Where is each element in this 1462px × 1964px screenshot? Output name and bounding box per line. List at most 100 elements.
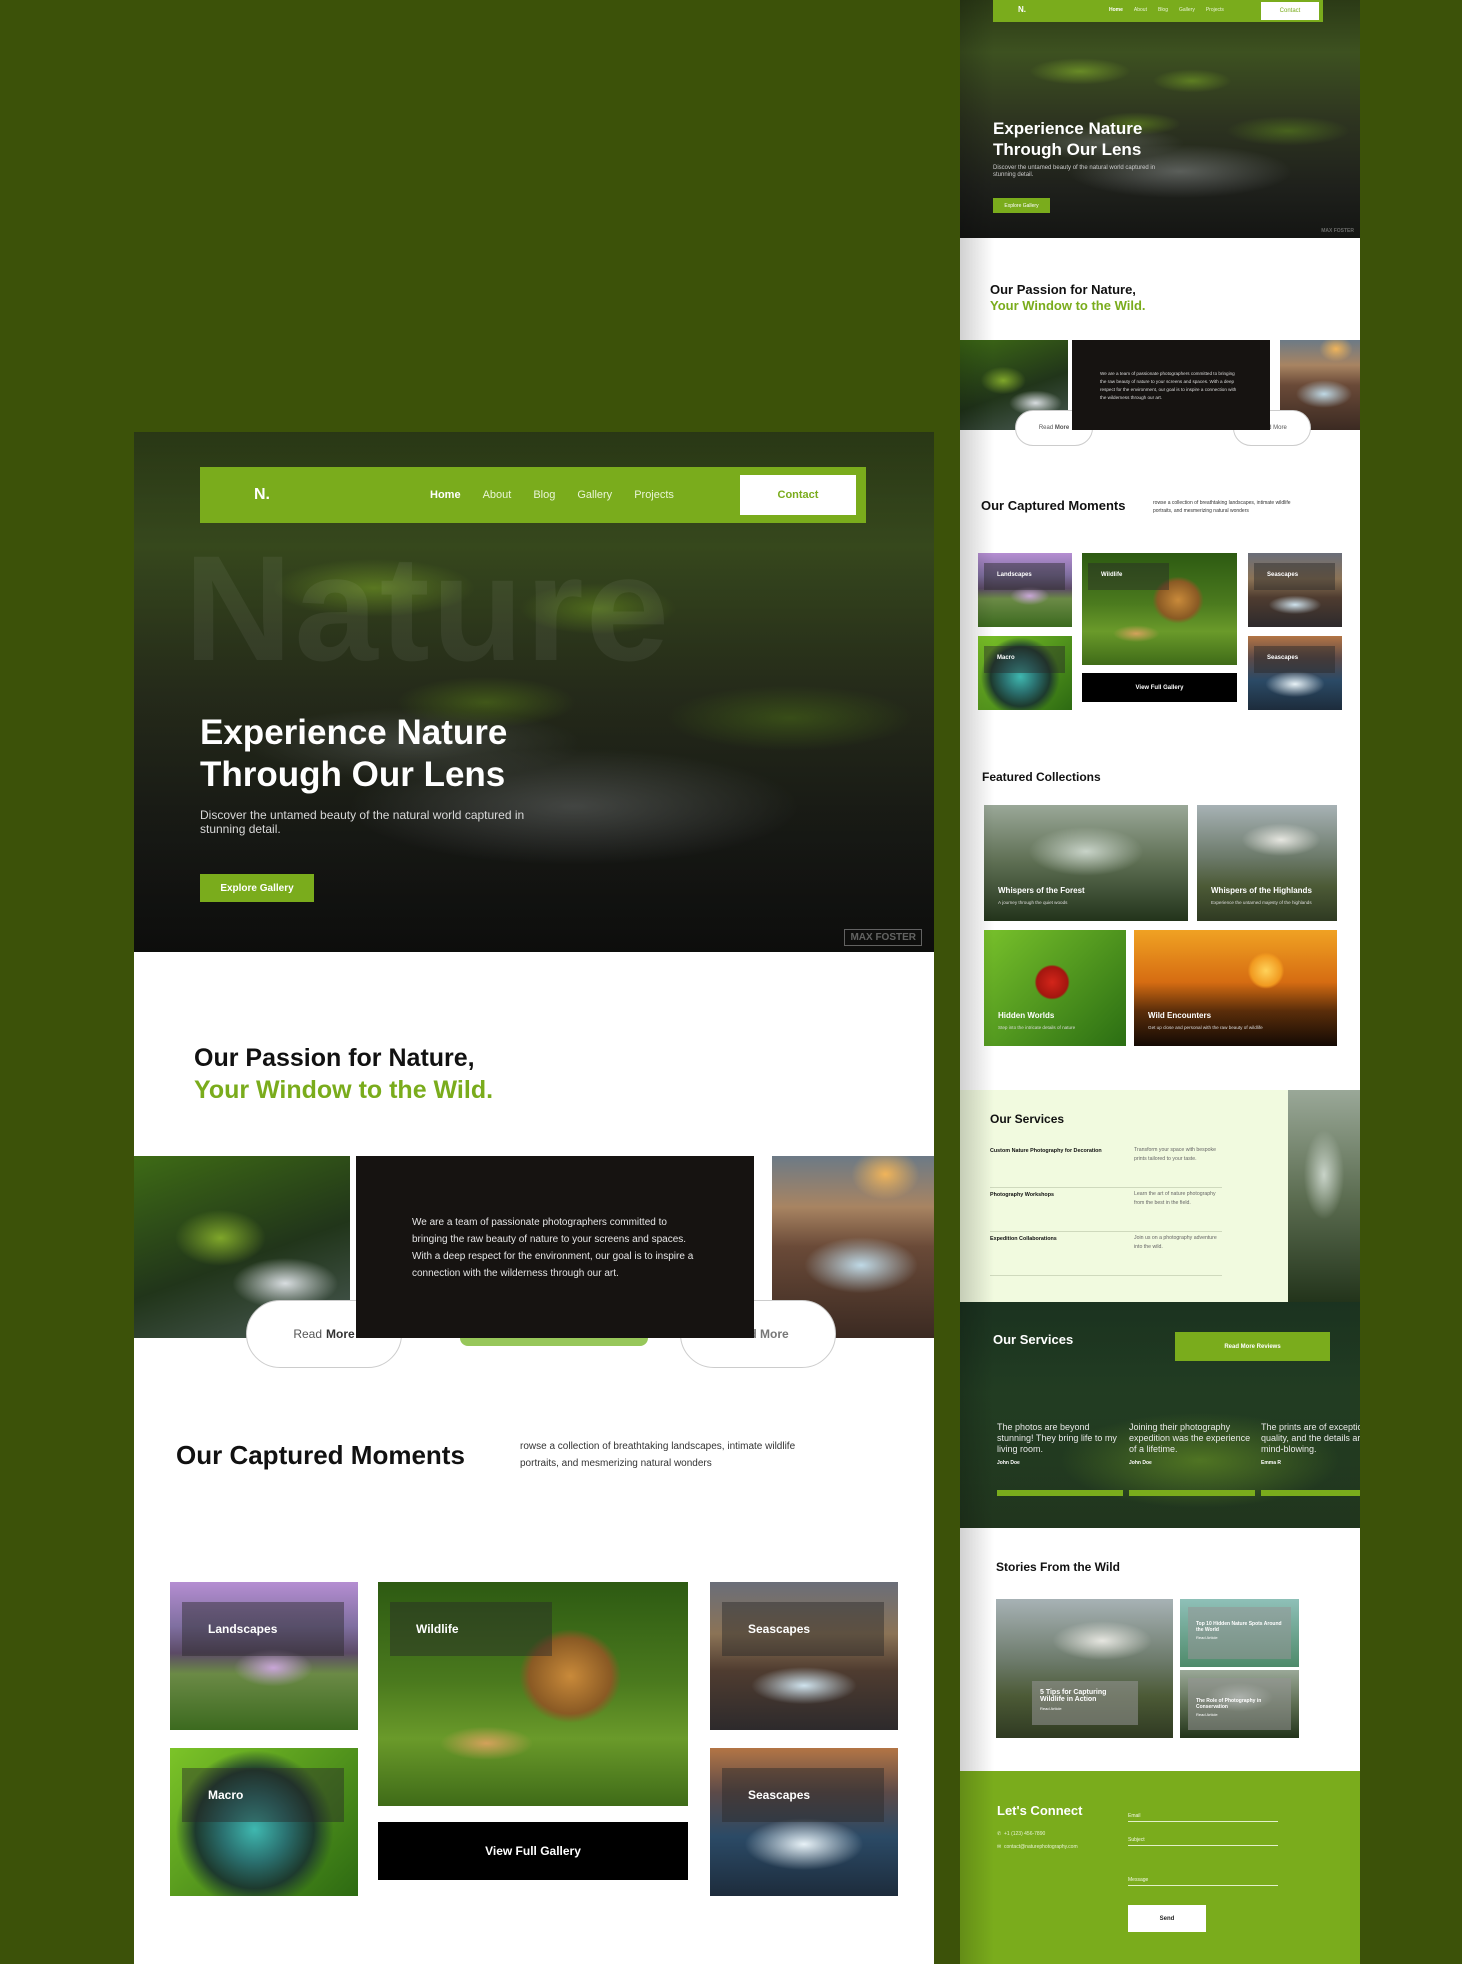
gallery-tile-seascapes-2[interactable]: Seascapes bbox=[710, 1748, 898, 1896]
mini-logo[interactable]: N. bbox=[1018, 5, 1026, 14]
phone-row: ✆ +1 (123) 456-7890 bbox=[997, 1831, 1045, 1837]
mini-moments-desc: rowse a collection of breathtaking lands… bbox=[1153, 500, 1291, 514]
view-full-gallery-button[interactable]: View Full Gallery bbox=[378, 1822, 688, 1880]
top-navbar: N. Home About Blog Gallery Projects Cont… bbox=[200, 467, 866, 523]
gallery-tile-seascapes[interactable]: Seascapes bbox=[710, 1582, 898, 1730]
story-main-caption: 5 Tips for Capturing Wildlife in Action … bbox=[1032, 1681, 1138, 1725]
mini-nav-projects[interactable]: Projects bbox=[1206, 7, 1224, 13]
nav-links: Home About Blog Gallery Projects bbox=[430, 489, 674, 501]
mini-nav-links: Home About Blog Gallery Projects bbox=[1109, 7, 1224, 13]
review-author: John Doe bbox=[997, 1460, 1020, 1466]
about-accent-bar bbox=[460, 1338, 648, 1346]
mini-contact-button[interactable]: Contact bbox=[1261, 2, 1319, 20]
mini-tile-seascapes[interactable]: Seascapes bbox=[1248, 553, 1342, 627]
services-image bbox=[1288, 1090, 1360, 1302]
service-row[interactable]: Expedition Collaborations Join us on a p… bbox=[990, 1232, 1222, 1276]
mini-navbar: N. Home About Blog Gallery Projects Cont… bbox=[993, 0, 1323, 22]
collection-forest[interactable]: Whispers of the Forest A journey through… bbox=[984, 805, 1188, 921]
moments-heading: Our Captured Moments bbox=[176, 1440, 465, 1470]
service-title: Custom Nature Photography for Decoration bbox=[990, 1148, 1102, 1154]
mini-passion-heading: Our Passion for Nature, Your Window to t… bbox=[990, 282, 1146, 314]
mini-passion-line2: Your Window to the Wild. bbox=[990, 298, 1146, 313]
review-card: Joining their photography expedition was… bbox=[1129, 1422, 1255, 1496]
mini-hero-title: Experience Nature Through Our Lens bbox=[993, 118, 1193, 160]
story-main[interactable]: 5 Tips for Capturing Wildlife in Action … bbox=[996, 1599, 1173, 1738]
review-card: The photos are beyond stunning! They bri… bbox=[997, 1422, 1123, 1496]
nav-gallery[interactable]: Gallery bbox=[577, 489, 612, 501]
nav-blog[interactable]: Blog bbox=[533, 489, 555, 501]
read-more-reviews-button[interactable]: Read More Reviews bbox=[1175, 1332, 1330, 1361]
email-row: ✉ contact@naturephotography.com bbox=[997, 1844, 1078, 1850]
mini-about-text: We are a team of passionate photographer… bbox=[1100, 371, 1237, 400]
review-quote: The prints are of exceptional quality, a… bbox=[1261, 1422, 1360, 1454]
gallery-tile-landscapes[interactable]: Landscapes bbox=[170, 1582, 358, 1730]
gallery-tile-macro[interactable]: Macro bbox=[170, 1748, 358, 1896]
collection-title: Hidden Worlds bbox=[998, 1011, 1055, 1020]
collection-wild-encounters[interactable]: Wild Encounters Get up close and persona… bbox=[1134, 930, 1337, 1046]
send-button[interactable]: Send bbox=[1128, 1905, 1206, 1932]
passion-heading: Our Passion for Nature, Your Window to t… bbox=[194, 1042, 493, 1106]
read-more-bold-2: More bbox=[760, 1327, 789, 1341]
story-link[interactable]: Read Article bbox=[1040, 1706, 1130, 1711]
contact-button[interactable]: Contact bbox=[740, 475, 856, 515]
story-title: The Role of Photography in Conservation bbox=[1196, 1698, 1262, 1710]
review-bar bbox=[1261, 1490, 1360, 1496]
tile-label: Macro bbox=[182, 1768, 344, 1822]
mini-hero-title-line2: Through Our Lens bbox=[993, 140, 1142, 159]
mini-tile-label: Landscapes bbox=[984, 563, 1065, 590]
nav-home[interactable]: Home bbox=[430, 489, 461, 501]
mini-nav-blog[interactable]: Blog bbox=[1158, 7, 1168, 13]
collection-sub: Experience the untamed majesty of the hi… bbox=[1211, 900, 1312, 905]
gallery-tile-wildlife[interactable]: Wildlife bbox=[378, 1582, 688, 1806]
service-desc: Learn the art of nature photography from… bbox=[1134, 1191, 1216, 1206]
story-side-caption: Top 10 Hidden Nature Spots Around the Wo… bbox=[1188, 1607, 1291, 1659]
story-side-1[interactable]: Top 10 Hidden Nature Spots Around the Wo… bbox=[1180, 1599, 1299, 1667]
service-title: Expedition Collaborations bbox=[990, 1236, 1057, 1242]
collection-highlands[interactable]: Whispers of the Highlands Experience the… bbox=[1197, 805, 1337, 921]
mini-nav-gallery[interactable]: Gallery bbox=[1179, 7, 1195, 13]
nav-about[interactable]: About bbox=[483, 489, 512, 501]
story-link[interactable]: Read Article bbox=[1196, 1712, 1283, 1717]
email-field[interactable]: Email bbox=[1128, 1813, 1278, 1822]
full-page-preview: N. Home About Blog Gallery Projects Cont… bbox=[960, 0, 1360, 1964]
about-text-panel: We are a team of passionate photographer… bbox=[356, 1156, 754, 1338]
passion-line1: Our Passion for Nature, bbox=[194, 1044, 475, 1072]
service-row[interactable]: Photography Workshops Learn the art of n… bbox=[990, 1188, 1222, 1232]
mini-tile-wildlife[interactable]: Wildlife bbox=[1082, 553, 1237, 665]
hero-subtitle: Discover the untamed beauty of the natur… bbox=[200, 808, 525, 836]
collection-hidden-worlds[interactable]: Hidden Worlds Step into the intricate de… bbox=[984, 930, 1126, 1046]
mini-tile-seascapes-2[interactable]: Seascapes bbox=[1248, 636, 1342, 710]
review-card: The prints are of exceptional quality, a… bbox=[1261, 1422, 1360, 1496]
mini-passion-line1: Our Passion for Nature, bbox=[990, 282, 1136, 297]
logo[interactable]: N. bbox=[254, 486, 270, 504]
mini-tile-label: Seascapes bbox=[1254, 563, 1335, 590]
mini-nav-about[interactable]: About bbox=[1134, 7, 1147, 13]
frame-edge-shadow bbox=[960, 0, 994, 1964]
service-desc: Transform your space with bespoke prints… bbox=[1134, 1147, 1216, 1162]
desktop-preview: Nature N. Home About Blog Gallery Projec… bbox=[134, 432, 934, 1964]
mini-tile-label: Macro bbox=[984, 646, 1065, 673]
story-side-2[interactable]: The Role of Photography in Conservation … bbox=[1180, 1670, 1299, 1738]
connect-heading: Let's Connect bbox=[997, 1803, 1083, 1818]
subject-field[interactable]: Subject bbox=[1128, 1837, 1278, 1846]
mini-tile-label: Seascapes bbox=[1254, 646, 1335, 673]
mini-read-more-bold: More bbox=[1054, 425, 1070, 431]
story-link[interactable]: Read Article bbox=[1196, 1635, 1283, 1640]
story-side-caption: The Role of Photography in Conservation … bbox=[1188, 1678, 1291, 1730]
explore-gallery-button[interactable]: Explore Gallery bbox=[200, 874, 314, 902]
collection-title: Wild Encounters bbox=[1148, 1011, 1212, 1020]
services-heading: Our Services bbox=[990, 1112, 1065, 1126]
passion-line2: Your Window to the Wild. bbox=[194, 1076, 494, 1104]
reviews-heading: Our Services bbox=[993, 1332, 1074, 1347]
service-desc: Join us on a photography adventure into … bbox=[1134, 1235, 1217, 1250]
nav-projects[interactable]: Projects bbox=[634, 489, 674, 501]
collection-sub: Get up close and personal with the raw b… bbox=[1148, 1025, 1263, 1030]
mini-tile-label: Wildlife bbox=[1088, 563, 1169, 590]
message-field[interactable]: Message bbox=[1128, 1877, 1278, 1886]
collection-title: Whispers of the Forest bbox=[998, 886, 1085, 895]
mini-nav-home[interactable]: Home bbox=[1109, 7, 1123, 13]
service-row[interactable]: Custom Nature Photography for Decoration… bbox=[990, 1144, 1222, 1188]
mini-explore-button[interactable]: Explore Gallery bbox=[993, 198, 1050, 213]
review-bar bbox=[1129, 1490, 1255, 1496]
mini-view-gallery-button[interactable]: View Full Gallery bbox=[1082, 673, 1237, 702]
